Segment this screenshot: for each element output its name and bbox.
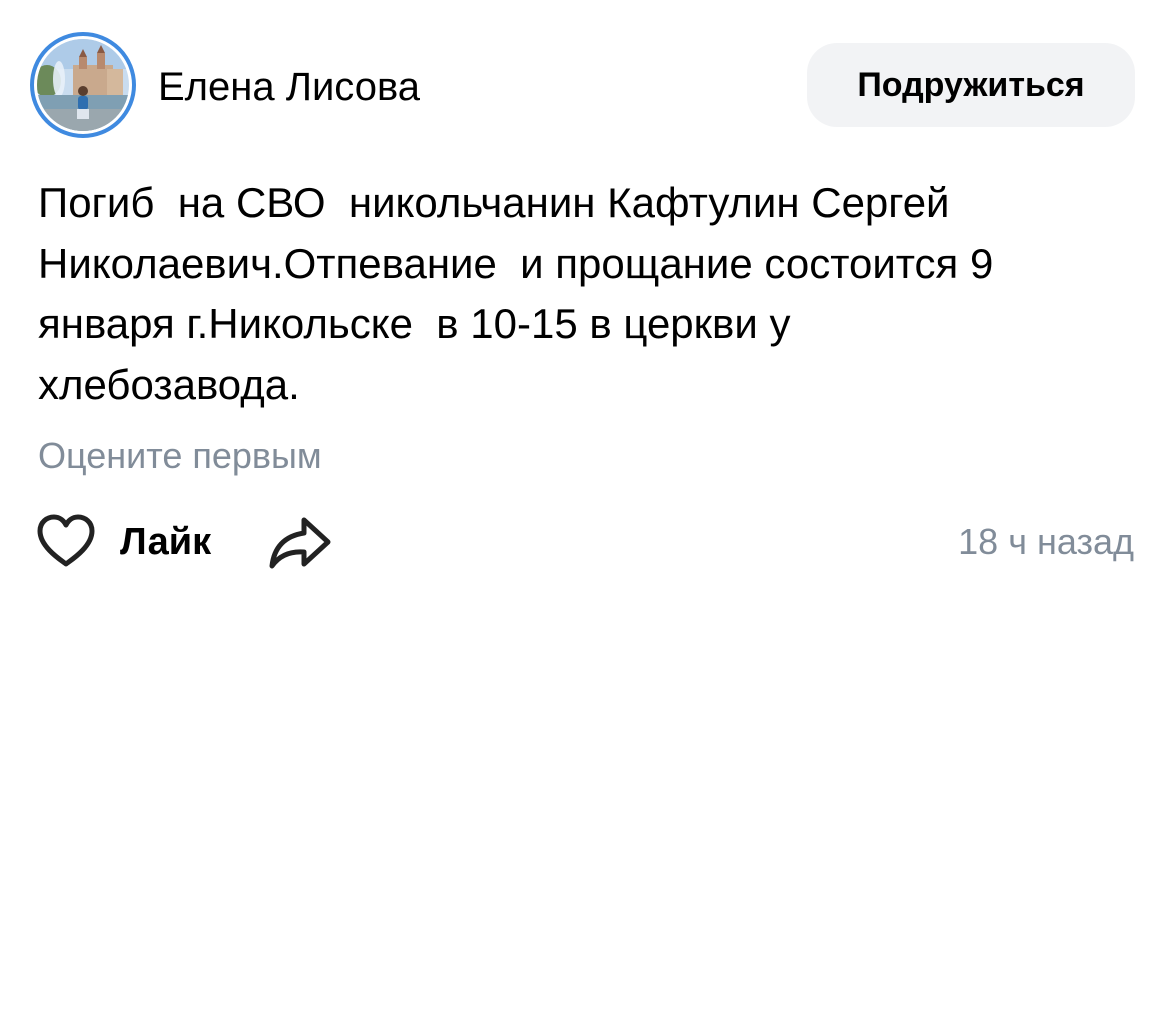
- post-timestamp: 18 ч назад: [958, 521, 1134, 562]
- heart-outline-icon: [37, 514, 95, 567]
- user-photo-avatar-icon: [37, 39, 129, 131]
- share-arrow-icon: [269, 517, 331, 569]
- like-label: Лайк: [120, 521, 212, 563]
- avatar-photo: [37, 39, 129, 131]
- rate-first-link[interactable]: Оцените первым: [38, 434, 322, 478]
- like-button[interactable]: Лайк: [34, 510, 211, 574]
- befriend-button[interactable]: Подружиться: [807, 43, 1135, 127]
- avatar[interactable]: [30, 32, 136, 138]
- share-button[interactable]: [266, 510, 334, 574]
- post-card: Елена Лисова Подружиться Погиб на СВО ни…: [0, 0, 1170, 1031]
- post-actions-bar: Лайк 18 ч назад: [34, 510, 1134, 574]
- post-header: Елена Лисова Подружиться: [30, 32, 1135, 138]
- post-text: Погиб на СВО никольчанин Кафтулин Сергей…: [38, 179, 994, 408]
- author-name[interactable]: Елена Лисова: [158, 64, 420, 110]
